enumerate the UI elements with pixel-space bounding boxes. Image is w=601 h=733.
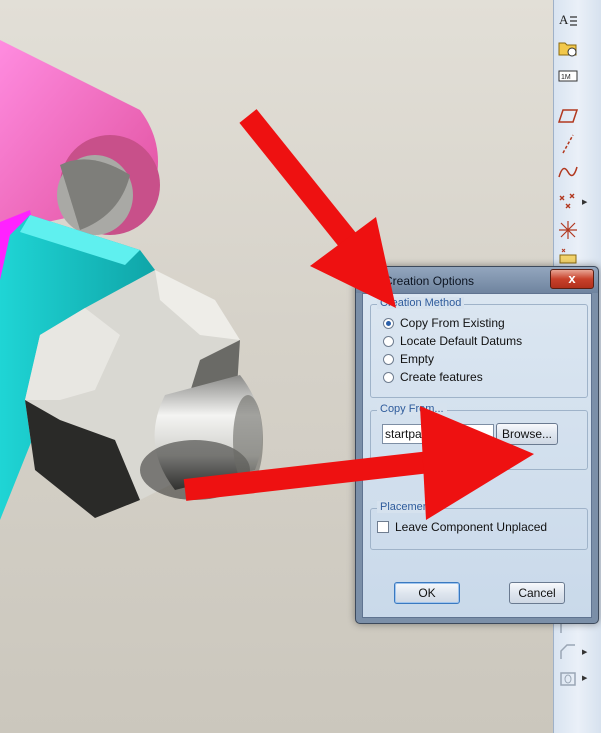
- text-style-icon[interactable]: A: [556, 8, 580, 32]
- ok-button[interactable]: OK: [394, 582, 460, 604]
- radio-button[interactable]: [383, 335, 394, 347]
- datum-point-icon[interactable]: [556, 190, 580, 214]
- radio-button[interactable]: [383, 371, 394, 383]
- hole-icon[interactable]: [556, 666, 580, 690]
- datum-axis-icon[interactable]: [556, 132, 580, 156]
- chamfer-icon[interactable]: [556, 640, 580, 664]
- creation-method-legend: Creation Method: [377, 297, 465, 309]
- creation-method-group: Creation Method Copy From Existing Locat…: [370, 297, 588, 398]
- coordinate-system-icon[interactable]: [556, 218, 580, 242]
- radio-button[interactable]: [383, 353, 394, 365]
- svg-text:A: A: [559, 12, 569, 27]
- radio-label: Locate Default Datums: [400, 334, 523, 348]
- dialog-titlebar[interactable]: Creation Options x: [356, 267, 598, 293]
- radio-locate-default-datums[interactable]: Locate Default Datums: [383, 333, 522, 349]
- leave-unplaced-row[interactable]: Leave Component Unplaced: [377, 519, 547, 535]
- close-icon: x: [568, 271, 576, 286]
- browse-button[interactable]: Browse...: [496, 423, 558, 445]
- close-button[interactable]: x: [550, 269, 594, 289]
- copy-from-input[interactable]: [382, 424, 494, 444]
- dialog-title: Creation Options: [384, 274, 475, 288]
- radio-create-features[interactable]: Create features: [383, 369, 483, 385]
- leave-unplaced-checkbox[interactable]: [377, 521, 389, 533]
- creation-options-dialog: Creation Options x Creation Method Copy …: [355, 266, 599, 624]
- radio-empty[interactable]: Empty: [383, 351, 434, 367]
- placement-legend: Placement: [377, 501, 435, 513]
- chamfer-flyout-icon[interactable]: ▶: [582, 640, 588, 664]
- placement-group: Placement Leave Component Unplaced: [370, 501, 588, 550]
- copy-from-legend: Copy From...: [377, 403, 447, 415]
- zoom-fit-icon[interactable]: 1M: [556, 64, 580, 88]
- radio-label: Create features: [400, 370, 483, 384]
- datum-plane-icon[interactable]: [556, 104, 580, 128]
- radio-copy-from-existing[interactable]: Copy From Existing: [383, 315, 505, 331]
- svg-text:1M: 1M: [561, 74, 571, 81]
- hole-flyout-icon[interactable]: ▶: [582, 666, 588, 690]
- cancel-button[interactable]: Cancel: [509, 582, 565, 604]
- radio-button-selected[interactable]: [383, 317, 394, 329]
- radio-label: Empty: [400, 352, 435, 366]
- copy-from-group: Copy From... Browse...: [370, 403, 588, 470]
- analysis-icon[interactable]: [556, 244, 580, 268]
- dialog-body: Creation Method Copy From Existing Locat…: [362, 293, 592, 618]
- folder-view-icon[interactable]: [556, 36, 580, 60]
- radio-label: Copy From Existing: [400, 316, 505, 330]
- sketch-curve-icon[interactable]: [556, 160, 580, 184]
- datum-point-flyout-icon[interactable]: ▶: [582, 190, 588, 214]
- checkbox-label: Leave Component Unplaced: [395, 520, 548, 534]
